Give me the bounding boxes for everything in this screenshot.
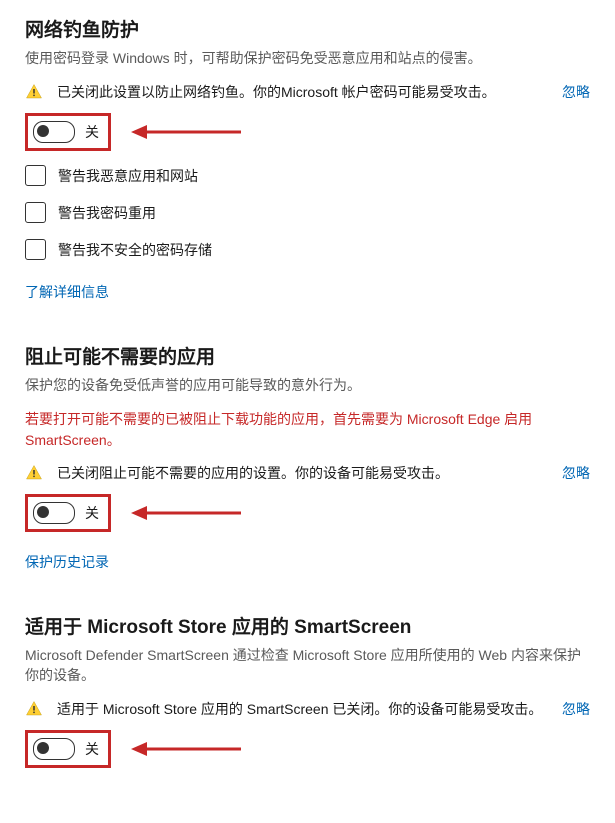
toggle-label: 关 [85,739,99,759]
section-title: 适用于 Microsoft Store 应用的 SmartScreen [25,612,590,639]
warning-text: 适用于 Microsoft Store 应用的 SmartScreen 已关闭。… [57,699,544,720]
warning-row: 已关闭阻止可能不需要的应用的设置。你的设备可能易受攻击。 忽略 [25,463,590,484]
checkbox-label: 警告我密码重用 [58,203,156,223]
protection-history-link[interactable]: 保护历史记录 [25,552,109,572]
highlight-box: 关 [25,494,111,532]
checkbox-row: 警告我不安全的密码存储 [25,239,590,260]
learn-more-link[interactable]: 了解详细信息 [25,282,109,302]
highlight-box: 关 [25,730,111,768]
arrow-annotation [131,503,241,523]
store-smartscreen-toggle[interactable] [33,738,75,760]
warning-text: 已关闭阻止可能不需要的应用的设置。你的设备可能易受攻击。 [57,463,544,484]
toggle-label: 关 [85,122,99,142]
phishing-protection-section: 网络钓鱼防护 使用密码登录 Windows 时，可帮助保护密码免受恶意应用和站点… [25,15,590,302]
arrow-annotation [131,122,241,142]
warn-password-reuse-checkbox[interactable] [25,202,46,223]
checkbox-label: 警告我恶意应用和网站 [58,166,198,186]
toggle-row: 关 [25,113,590,151]
section-desc: Microsoft Defender SmartScreen 通过检查 Micr… [25,645,590,685]
checkbox-row: 警告我恶意应用和网站 [25,165,590,186]
warn-unsafe-storage-checkbox[interactable] [25,239,46,260]
toggle-label: 关 [85,503,99,523]
store-smartscreen-section: 适用于 Microsoft Store 应用的 SmartScreen Micr… [25,612,590,768]
warning-icon [25,700,43,718]
unwanted-apps-toggle[interactable] [33,502,75,524]
ignore-link[interactable]: 忽略 [562,82,590,102]
red-note: 若要打开可能不需要的已被阻止下载功能的应用，首先需要为 Microsoft Ed… [25,409,590,451]
warning-row: 适用于 Microsoft Store 应用的 SmartScreen 已关闭。… [25,699,590,720]
phishing-toggle[interactable] [33,121,75,143]
section-title: 网络钓鱼防护 [25,15,590,42]
warn-malicious-checkbox[interactable] [25,165,46,186]
toggle-row: 关 [25,494,590,532]
highlight-box: 关 [25,113,111,151]
checkbox-row: 警告我密码重用 [25,202,590,223]
warning-icon [25,464,43,482]
section-desc: 使用密码登录 Windows 时，可帮助保护密码免受恶意应用和站点的侵害。 [25,48,590,68]
checkbox-label: 警告我不安全的密码存储 [58,240,212,260]
ignore-link[interactable]: 忽略 [562,699,590,719]
warning-row: 已关闭此设置以防止网络钓鱼。你的Microsoft 帐户密码可能易受攻击。 忽略 [25,82,590,103]
section-desc: 保护您的设备免受低声誉的应用可能导致的意外行为。 [25,375,590,395]
section-title: 阻止可能不需要的应用 [25,342,590,369]
ignore-link[interactable]: 忽略 [562,463,590,483]
block-unwanted-apps-section: 阻止可能不需要的应用 保护您的设备免受低声誉的应用可能导致的意外行为。 若要打开… [25,342,590,572]
warning-icon [25,83,43,101]
arrow-annotation [131,739,241,759]
warning-text: 已关闭此设置以防止网络钓鱼。你的Microsoft 帐户密码可能易受攻击。 [57,82,544,103]
toggle-row: 关 [25,730,590,768]
